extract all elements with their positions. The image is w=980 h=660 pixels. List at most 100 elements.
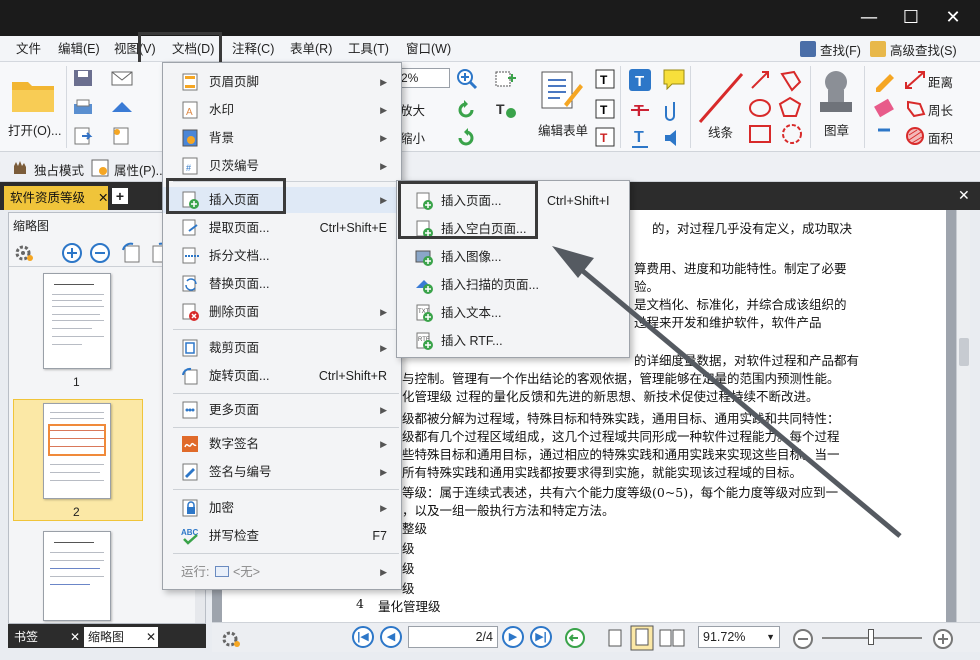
menu-item-rotate-pages[interactable]: 旋转页面... Ctrl+Shift+R: [163, 363, 401, 389]
single-page-icon[interactable]: [606, 628, 624, 648]
tab-close-icon[interactable]: ✕: [98, 186, 108, 210]
close-button[interactable]: ✕: [940, 6, 966, 30]
stamp-label[interactable]: 图章: [824, 120, 849, 139]
find-button[interactable]: 查找(F): [800, 40, 861, 58]
menu-file[interactable]: 文件: [14, 40, 43, 58]
menu-item-background[interactable]: 背景 ▶: [163, 125, 401, 151]
form-field-icons[interactable]: TTT: [594, 68, 616, 148]
menu-item-label: 水印: [209, 103, 235, 117]
scrollbar-thumb[interactable]: [959, 338, 969, 366]
menu-edit[interactable]: 编辑(E): [56, 40, 102, 58]
rotate-left-icon[interactable]: [456, 98, 478, 120]
advanced-find-button[interactable]: 高级查找(S): [870, 40, 957, 58]
edit-form-icon[interactable]: [540, 70, 584, 110]
zoom-in-icon[interactable]: [456, 68, 478, 90]
menu-item-crop-pages[interactable]: 裁剪页面 ▶: [163, 335, 401, 361]
minimize-button[interactable]: —: [856, 6, 882, 30]
new-tab-button[interactable]: +: [112, 188, 128, 204]
page-number-field[interactable]: 2/4: [408, 626, 498, 648]
open-label[interactable]: 打开(O)...: [8, 120, 61, 139]
thumbnail-page-2[interactable]: [43, 403, 111, 499]
menu-form[interactable]: 表单(R): [288, 40, 334, 58]
print-icon[interactable]: [72, 98, 94, 118]
prev-page-button[interactable]: ◀: [380, 626, 402, 648]
strikeout-icon[interactable]: T: [628, 98, 652, 122]
menu-window[interactable]: 窗口(W): [404, 40, 453, 58]
zoom-combo[interactable]: 2%: [396, 68, 450, 88]
zoom-in-thumb-icon[interactable]: [61, 242, 83, 264]
area-label[interactable]: 面积: [928, 128, 953, 147]
menu-item-run[interactable]: 运行: <无> ▶: [163, 559, 401, 585]
rotate-thumb-icon[interactable]: [121, 242, 145, 264]
continuous-page-icon[interactable]: [630, 625, 654, 651]
menu-item-digital-signature[interactable]: 数字签名 ▶: [163, 431, 401, 457]
save-icon[interactable]: [72, 68, 94, 88]
menu-item-bates-numbering[interactable]: # 贝茨编号 ▶: [163, 153, 401, 179]
maximize-button[interactable]: ☐: [898, 6, 924, 30]
open-folder-icon[interactable]: [10, 74, 58, 114]
perimeter-icon[interactable]: [904, 98, 926, 118]
menu-tools[interactable]: 工具(T): [346, 40, 391, 58]
menu-item-delete-pages[interactable]: 删除页面 ▶: [163, 299, 401, 325]
email-icon[interactable]: [110, 68, 134, 88]
text-select-icon[interactable]: [494, 68, 518, 90]
submenu-insert-text[interactable]: TXT 插入文本...: [397, 299, 629, 327]
gear-icon[interactable]: [13, 243, 35, 263]
menu-item-extract-pages[interactable]: 提取页面... Ctrl+Shift+E: [163, 215, 401, 241]
menu-item-spell-check[interactable]: ABC 拼写检查 F7: [163, 523, 401, 549]
next-page-button[interactable]: ▶: [502, 626, 524, 648]
bookmarks-tab[interactable]: 书签 ✕: [10, 627, 84, 647]
zoom-in-status-icon[interactable]: [932, 628, 954, 650]
menu-comment[interactable]: 注释(C): [230, 40, 276, 58]
last-page-button[interactable]: ▶|: [530, 626, 552, 648]
attach-icon[interactable]: [662, 98, 686, 122]
area-icon[interactable]: [904, 126, 926, 146]
pencil-eraser-icons[interactable]: [872, 68, 896, 148]
line-label[interactable]: 线条: [708, 122, 733, 141]
menu-item-more-pages[interactable]: 更多页面 ▶: [163, 397, 401, 423]
distance-label[interactable]: 距离: [928, 72, 953, 91]
first-page-button[interactable]: |◀: [352, 626, 374, 648]
zoom-slider-thumb[interactable]: [868, 629, 874, 645]
properties-button[interactable]: 属性(P)...: [114, 160, 166, 179]
edit-form-label[interactable]: 编辑表单: [538, 120, 588, 139]
text-field-icon[interactable]: T: [494, 98, 518, 120]
exclusive-mode[interactable]: 独占模式: [34, 160, 84, 179]
status-gear-icon[interactable]: [220, 629, 242, 649]
document-tab[interactable]: 软件资质等级 ✕: [4, 186, 108, 210]
scan-icon[interactable]: [110, 98, 134, 118]
facing-page-icon[interactable]: [658, 628, 688, 648]
rotate-right-icon[interactable]: [456, 126, 478, 148]
note-icon[interactable]: [662, 68, 686, 90]
perimeter-label[interactable]: 周长: [928, 100, 953, 119]
zoom-out-label[interactable]: 缩小: [400, 128, 425, 147]
thumbnails-tab[interactable]: 缩略图 ✕: [84, 627, 158, 647]
menu-item-encrypt[interactable]: 加密 ▶: [163, 495, 401, 521]
zoom-out-status-icon[interactable]: [792, 628, 814, 650]
menu-item-split-document[interactable]: 拆分文档...: [163, 243, 401, 269]
submenu-insert-image[interactable]: 插入图像...: [397, 243, 629, 271]
new-doc-icon[interactable]: [110, 126, 134, 146]
sound-icon[interactable]: [662, 126, 686, 150]
zoom-field[interactable]: 91.72% ▼: [698, 626, 780, 648]
menu-item-header-footer[interactable]: 页眉页脚 ▶: [163, 69, 401, 95]
typewriter-icon[interactable]: T: [628, 68, 652, 92]
submenu-insert-rtf[interactable]: RTF 插入 RTF...: [397, 327, 629, 355]
zoom-in-label[interactable]: 放大: [400, 100, 425, 119]
thumbnail-page-3[interactable]: [43, 531, 111, 621]
menu-item-sign-and-number[interactable]: 签名与编号 ▶: [163, 459, 401, 485]
submenu-insert-scanned-page[interactable]: 插入扫描的页面...: [397, 271, 629, 299]
underline-icon[interactable]: T: [628, 126, 652, 150]
back-icon[interactable]: [564, 627, 586, 649]
shape-tools-icon[interactable]: [748, 68, 808, 148]
document-vertical-scrollbar[interactable]: [956, 210, 970, 622]
menu-item-watermark[interactable]: A 水印 ▶: [163, 97, 401, 123]
menu-item-replace-pages[interactable]: 替换页面...: [163, 271, 401, 297]
zoom-out-thumb-icon[interactable]: [89, 242, 111, 264]
stamp-icon[interactable]: [816, 68, 856, 118]
line-tool-icon[interactable]: [696, 70, 746, 126]
distance-icon[interactable]: [904, 70, 926, 90]
export-icon[interactable]: [72, 126, 94, 146]
close-all-icon[interactable]: ✕: [958, 187, 970, 204]
thumbnail-page-1[interactable]: [43, 273, 111, 369]
